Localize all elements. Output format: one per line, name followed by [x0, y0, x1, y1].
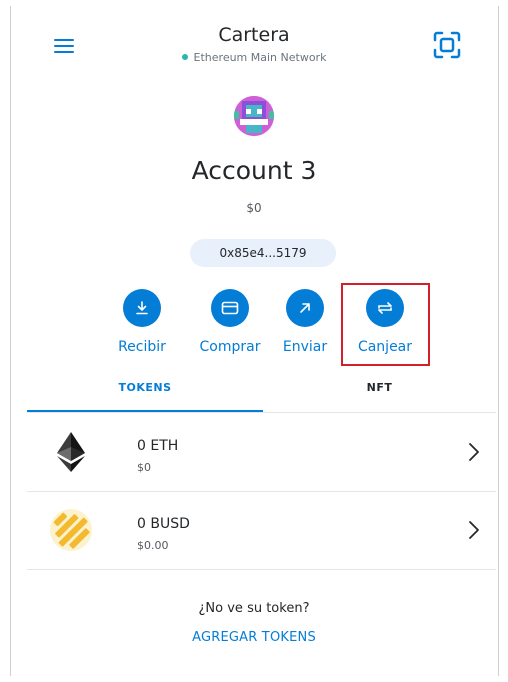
token-row-busd[interactable]: 0 BUSD $0.00: [27, 492, 496, 570]
network-name: Ethereum Main Network: [193, 51, 327, 64]
buy-button[interactable]: Comprar: [190, 289, 270, 355]
send-button[interactable]: Enviar: [265, 289, 345, 355]
no-token-prompt: ¿No ve su token?: [198, 601, 310, 616]
send-label: Enviar: [282, 339, 328, 355]
active-tab-indicator: [27, 410, 263, 412]
receive-circle: [123, 289, 161, 327]
card-icon: [221, 301, 239, 315]
token-row-eth[interactable]: 0 ETH $0: [27, 414, 496, 492]
receive-label: Recibir: [118, 339, 166, 355]
token-amount: 0 ETH: [137, 438, 179, 454]
download-icon: [136, 301, 148, 315]
receive-button[interactable]: Recibir: [102, 289, 182, 355]
account-balance: $0: [246, 201, 262, 215]
buy-circle: [211, 289, 249, 327]
buy-label: Comprar: [199, 339, 261, 355]
tab-nft[interactable]: NFT: [263, 381, 496, 413]
scan-qr-icon[interactable]: [432, 30, 462, 60]
token-amount: 0 BUSD: [137, 516, 190, 532]
account-name: Account 3: [191, 156, 317, 185]
tab-tokens[interactable]: TOKENS: [27, 381, 263, 413]
busd-logo-icon: [50, 509, 92, 551]
network-status-dot: [181, 54, 188, 60]
send-circle: [286, 289, 324, 327]
account-address-pill[interactable]: 0x85e4...5179: [190, 239, 336, 267]
chevron-right-icon: [469, 443, 479, 461]
token-fiat-value: $0.00: [137, 539, 169, 552]
tab-divider: [27, 412, 496, 413]
chevron-right-icon: [469, 521, 479, 539]
account-avatar[interactable]: [233, 95, 275, 137]
arrow-up-right-icon: [300, 303, 310, 313]
token-fiat-value: $0: [137, 461, 151, 474]
swap-highlight-box: [341, 283, 430, 366]
eth-logo-icon: [57, 432, 85, 472]
add-tokens-link[interactable]: AGREGAR TOKENS: [0, 630, 508, 645]
